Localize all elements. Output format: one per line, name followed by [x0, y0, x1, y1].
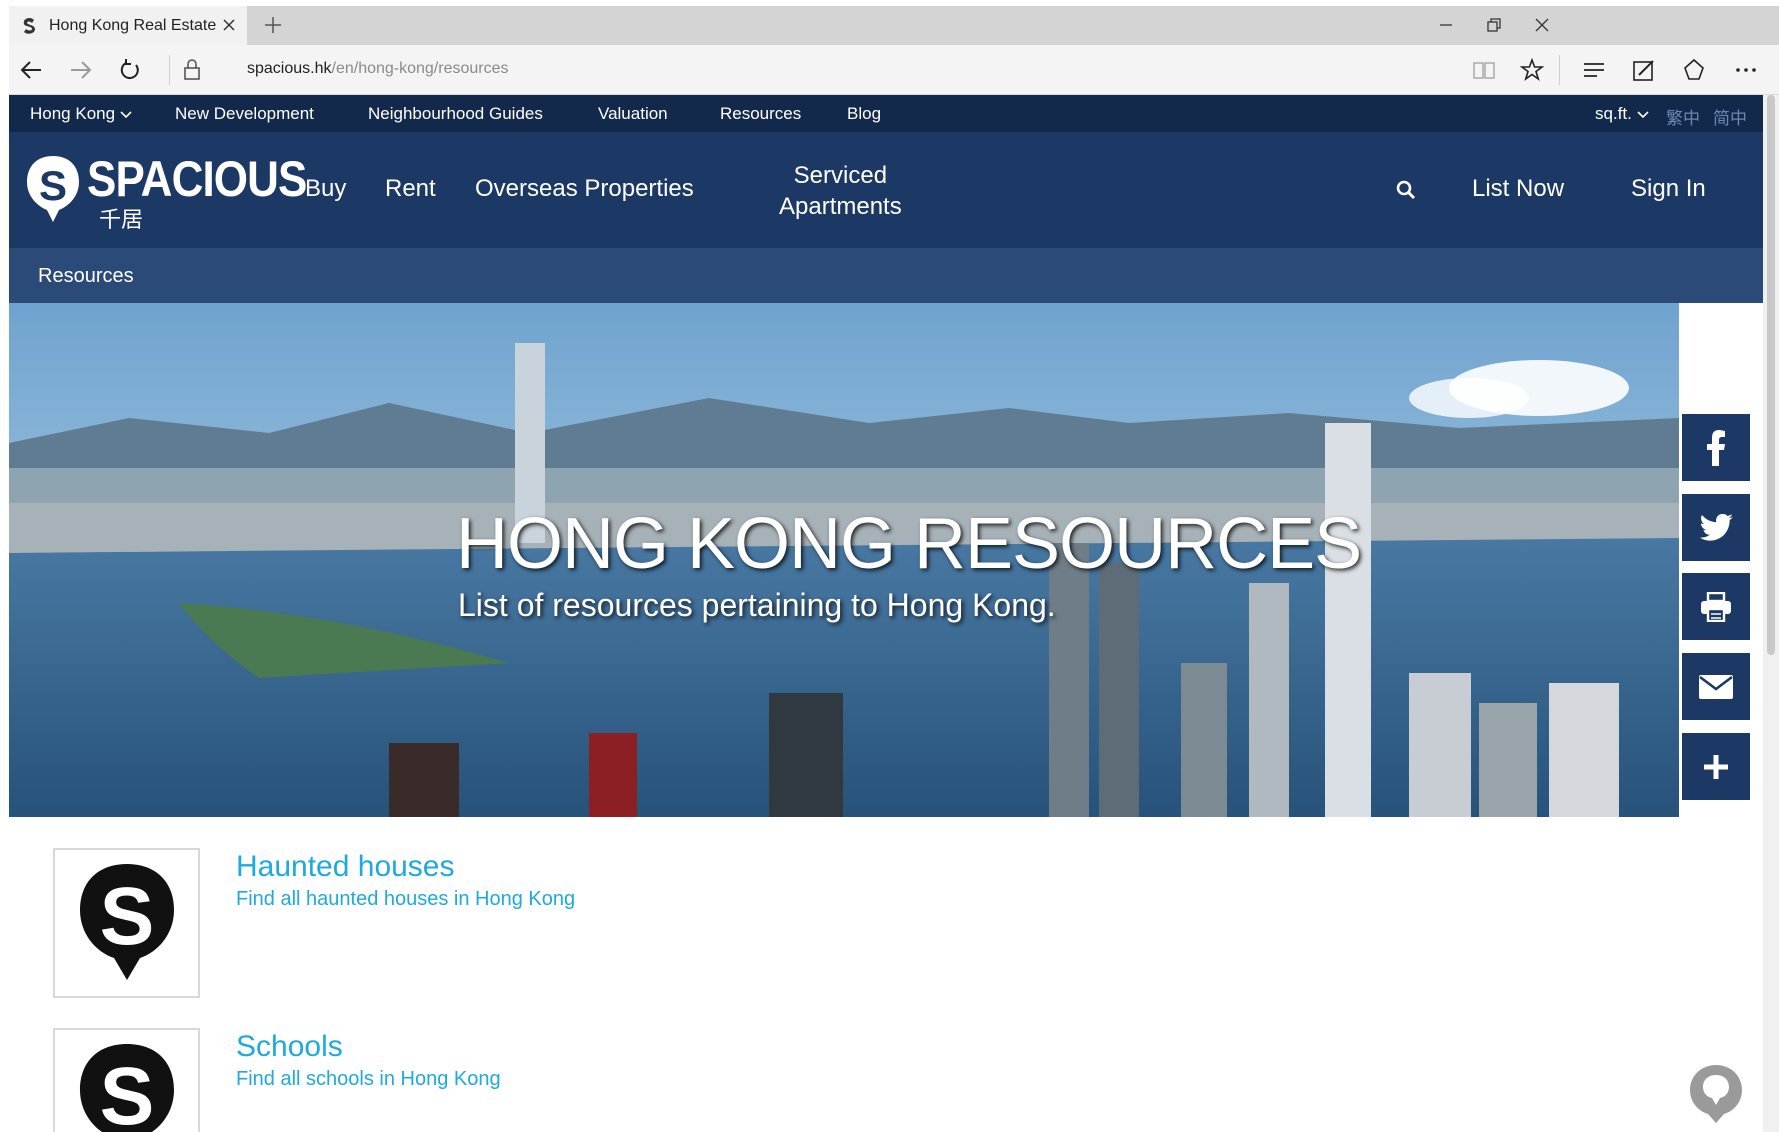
page-scrollbar[interactable]: [1763, 95, 1779, 1132]
nav-overseas-properties[interactable]: Overseas Properties: [475, 175, 694, 203]
unit-label: sq.ft.: [1595, 104, 1632, 123]
resource-thumbnail[interactable]: S: [53, 1028, 200, 1132]
address-bar: spacious.hk/en/hong-kong/resources: [9, 45, 1779, 95]
breadcrumb: Resources: [9, 248, 1763, 303]
spacious-logo-icon: S: [79, 1044, 174, 1132]
url-path: /en/hong-kong/resources: [331, 60, 509, 77]
reading-view-icon[interactable]: [1471, 57, 1497, 83]
nav-valuation[interactable]: Valuation: [598, 104, 668, 124]
nav-resources[interactable]: Resources: [720, 104, 801, 124]
unit-dropdown[interactable]: sq.ft.: [1595, 104, 1649, 124]
tab-title: Hong Kong Real Estate: [49, 16, 217, 34]
logo-chinese: 千居: [99, 207, 144, 232]
facebook-icon: [1707, 429, 1725, 466]
url-host: spacious.hk: [247, 60, 332, 77]
svg-text:S: S: [99, 871, 154, 962]
close-window-icon[interactable]: [1533, 16, 1551, 34]
nav-blog[interactable]: Blog: [847, 104, 881, 124]
share-icon[interactable]: [1681, 57, 1707, 83]
refresh-icon[interactable]: [117, 57, 143, 83]
minimize-icon[interactable]: [1437, 16, 1455, 34]
hero-banner: HONG KONG RESOURCES List of resources pe…: [9, 303, 1679, 817]
hero-title: HONG KONG RESOURCES: [456, 504, 1362, 584]
resource-title-schools[interactable]: Schools: [236, 1030, 343, 1064]
resource-title-haunted-houses[interactable]: Haunted houses: [236, 850, 455, 884]
divider: [169, 55, 170, 85]
print-icon: [1701, 591, 1731, 622]
spacious-logo-icon: S: [27, 156, 79, 222]
email-icon: [1699, 674, 1733, 699]
scrollbar-thumb[interactable]: [1767, 95, 1775, 655]
nav-rent[interactable]: Rent: [385, 175, 436, 203]
forward-icon[interactable]: [67, 57, 93, 83]
favorite-star-icon[interactable]: [1519, 57, 1545, 83]
new-tab-icon[interactable]: [263, 15, 283, 35]
chevron-down-icon: [1637, 111, 1649, 119]
back-icon[interactable]: [19, 57, 45, 83]
nav-serviced-apartments[interactable]: Serviced Apartments: [779, 160, 902, 222]
twitter-icon: [1700, 513, 1733, 541]
share-email-button[interactable]: [1679, 650, 1753, 723]
resource-description[interactable]: Find all haunted houses in Hong Kong: [236, 888, 575, 911]
share-twitter-button[interactable]: [1679, 491, 1753, 564]
lang-simplified[interactable]: 简中: [1713, 104, 1747, 129]
hero-subtitle: List of resources pertaining to Hong Kon…: [458, 587, 1056, 623]
svg-text:S: S: [39, 162, 67, 209]
site-main-nav: S SPACIOUS 千居 Buy Rent Overseas Properti…: [9, 132, 1763, 248]
logo-wordmark: SPACIOUS: [87, 151, 307, 207]
browser-tab-bar: Hong Kong Real Estate: [9, 6, 1779, 45]
resource-description[interactable]: Find all schools in Hong Kong: [236, 1068, 501, 1091]
nav-neighbourhood-guides[interactable]: Neighbourhood Guides: [368, 104, 543, 124]
share-print-button[interactable]: [1679, 570, 1753, 643]
nav-new-development[interactable]: New Development: [175, 104, 314, 124]
close-tab-icon[interactable]: [219, 15, 239, 35]
plus-icon: [1704, 754, 1728, 779]
share-facebook-button[interactable]: [1679, 411, 1753, 484]
sign-in-link[interactable]: Sign In: [1631, 175, 1706, 203]
site-top-nav: Hong Kong New Development Neighbourhood …: [9, 95, 1763, 132]
serviced-line2: Apartments: [779, 193, 902, 220]
region-label: Hong Kong: [30, 104, 116, 123]
browser-tab[interactable]: Hong Kong Real Estate: [9, 6, 247, 45]
more-icon[interactable]: [1733, 57, 1759, 83]
chat-bubble-icon[interactable]: [1687, 1063, 1745, 1125]
spacious-favicon-icon: [23, 17, 35, 34]
spacious-logo-icon: S: [79, 864, 174, 980]
url-field[interactable]: spacious.hk/en/hong-kong/resources: [247, 60, 509, 78]
spacious-logo[interactable]: S SPACIOUS 千居: [23, 151, 307, 232]
list-now-link[interactable]: List Now: [1472, 175, 1564, 203]
lang-traditional[interactable]: 繁中: [1666, 104, 1700, 129]
divider: [1559, 55, 1560, 85]
breadcrumb-current[interactable]: Resources: [38, 265, 134, 288]
serviced-line1: Serviced: [793, 162, 888, 189]
search-icon[interactable]: [1395, 179, 1417, 201]
lock-icon: [184, 59, 200, 80]
nav-buy[interactable]: Buy: [305, 175, 346, 203]
svg-text:S: S: [99, 1051, 154, 1132]
web-note-icon[interactable]: [1631, 57, 1657, 83]
region-dropdown[interactable]: Hong Kong: [30, 104, 132, 124]
hub-icon[interactable]: [1581, 57, 1607, 83]
share-more-button[interactable]: [1679, 730, 1753, 803]
chevron-down-icon: [120, 111, 132, 119]
resource-thumbnail[interactable]: S: [53, 848, 200, 998]
restore-icon[interactable]: [1485, 16, 1503, 34]
